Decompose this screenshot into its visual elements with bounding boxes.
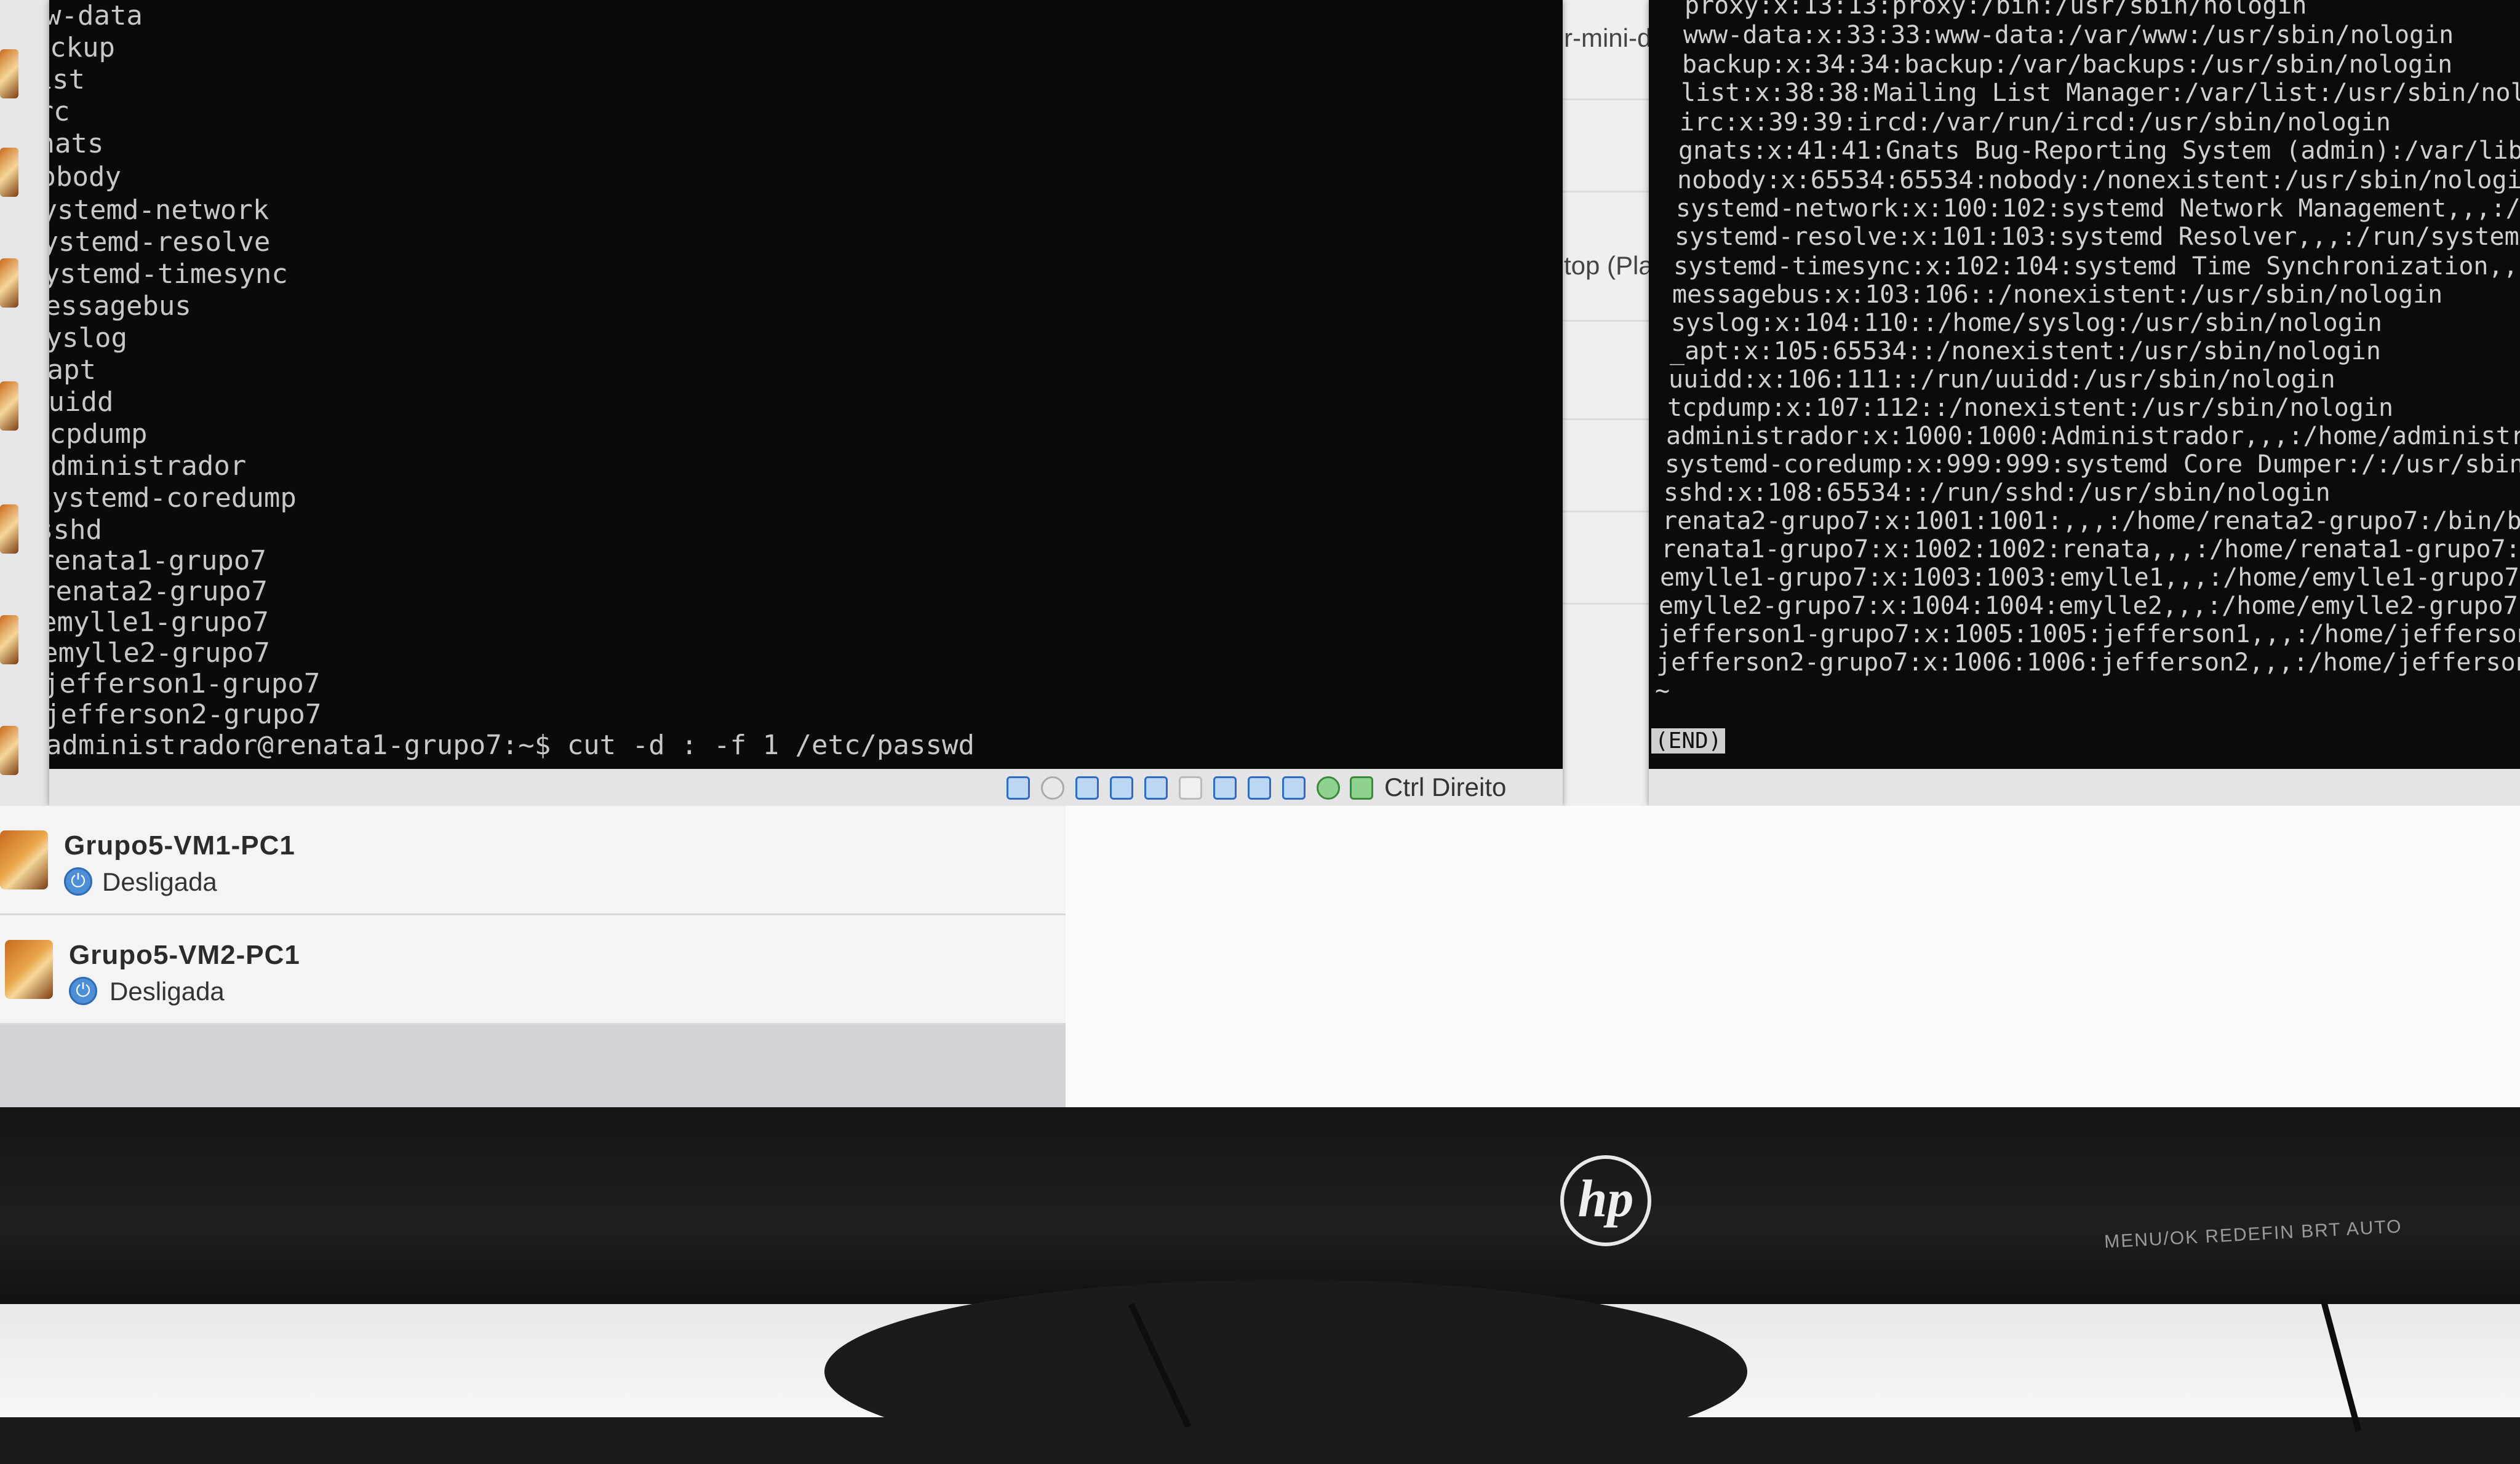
vm-list-empty-area: [0, 1025, 1066, 1107]
terminal-line: backup: [49, 32, 115, 63]
command-prompt-line[interactable]: administrador@renata1-grupo7:~$ cut -d :…: [49, 730, 975, 761]
terminal-line: syslog:x:104:110::/home/syslog:/usr/sbin…: [1671, 309, 2382, 337]
terminal-line: renata1-grupo7:x:1002:1002:renata,,,:/ho…: [1661, 535, 2520, 563]
terminal-line: renata1-grupo7: [49, 545, 266, 576]
terminal-line: administrador: [49, 450, 247, 482]
cpu-icon[interactable]: [1282, 776, 1306, 800]
details-fragment: top (Pla: [1564, 251, 1653, 280]
terminal-line: emylle2-grupo7:x:1004:1004:emylle2,,,:/h…: [1659, 592, 2520, 620]
power-off-icon: ⏻: [69, 977, 97, 1005]
hp-logo: hp: [1560, 1155, 1651, 1246]
terminal-line: sshd: [49, 514, 102, 546]
terminal-line: systemd-timesync: [49, 258, 288, 290]
terminal-line: messagebus: [49, 290, 191, 322]
keyboard-capture-icon[interactable]: [1350, 776, 1373, 800]
vm-os-icon[interactable]: [0, 615, 18, 664]
terminal-line: systemd-network:x:100:102:systemd Networ…: [1676, 194, 2520, 223]
details-fragment: r-mini-d: [1564, 23, 1652, 52]
vm-details-area: [1066, 806, 2520, 1107]
terminal-line: jefferson2-grupo7:x:1006:1006:jefferson2…: [1656, 648, 2520, 677]
vm-os-icon[interactable]: [0, 148, 18, 197]
power-off-icon: ⏻: [64, 867, 92, 896]
terminal-line: www-data:x:33:33:www-data:/var/www:/usr/…: [1683, 21, 2454, 49]
terminal-line: gnats: [49, 128, 104, 159]
vm-console-window-right[interactable]: proxy:x:13:13:proxy:/bin:/usr/sbin/nolog…: [1649, 0, 2520, 806]
terminal-line: nobody: [49, 161, 121, 193]
terminal-line: administrador:x:1000:1000:Administrador,…: [1666, 422, 2520, 450]
terminal-line: www-data: [49, 0, 143, 31]
terminal-line: ~: [1655, 677, 1670, 705]
terminal-line: _apt:x:105:65534::/nonexistent:/usr/sbin…: [1670, 337, 2381, 365]
pager-end-marker: (END): [1651, 728, 1726, 754]
terminal-line: messagebus:x:103:106::/nonexistent:/usr/…: [1672, 280, 2443, 309]
terminal-line: proxy:x:13:13:proxy:/bin:/usr/sbin/nolog…: [1685, 0, 2307, 20]
mouse-integration-icon[interactable]: [1317, 776, 1340, 800]
terminal-line: _apt: [49, 354, 96, 386]
terminal-line: renata2-grupo7:x:1001:1001:,,,:/home/ren…: [1662, 507, 2520, 535]
terminal-line: backup:x:34:34:backup:/var/backups:/usr/…: [1682, 50, 2453, 79]
terminal-line: emylle2-grupo7: [49, 637, 270, 669]
monitor-button-labels: MENU/OK REDEFIN BRT AUTO: [2103, 1216, 2403, 1252]
terminal-line: systemd-coredump:x:999:999:systemd Core …: [1665, 450, 2520, 479]
vm-os-icon[interactable]: [0, 381, 18, 431]
hard-disk-icon[interactable]: [1007, 776, 1030, 800]
vm-state: Desligada: [102, 867, 217, 896]
vm-status-bar: Ctrl Direito: [49, 769, 1563, 806]
terminal-line: sshd:x:108:65534::/run/sshd:/usr/sbin/no…: [1664, 479, 2331, 507]
vm-status-bar: [1649, 769, 2520, 806]
vm-os-icon: [5, 940, 53, 999]
terminal-line: uuidd:x:106:111::/run/uuidd:/usr/sbin/no…: [1669, 365, 2335, 394]
terminal-line: irc:x:39:39:ircd:/var/run/ircd:/usr/sbin…: [1680, 108, 2391, 137]
terminal-line: systemd-network: [49, 194, 269, 226]
terminal-line: gnats:x:41:41:Gnats Bug-Reporting System…: [1678, 137, 2520, 165]
vm-list-item[interactable]: Grupo5-VM1-PC1 ⏻ Desligada: [0, 806, 1066, 915]
terminal-output[interactable]: proxy:x:13:13:proxy:/bin:/usr/sbin/nolog…: [1649, 0, 2520, 769]
vm-name: Grupo5-VM1-PC1: [64, 830, 295, 861]
terminal-line: emylle1-grupo7:x:1003:1003:emylle1,,,:/h…: [1660, 563, 2520, 592]
terminal-line: list: [49, 64, 85, 95]
terminal-line: systemd-resolve:x:101:103:systemd Resolv…: [1675, 223, 2520, 251]
optical-drive-icon[interactable]: [1041, 776, 1064, 800]
terminal-line: jefferson2-grupo7: [49, 699, 322, 730]
terminal-line: emylle1-grupo7: [49, 607, 269, 638]
vm-list: Grupo5-VM1-PC1 ⏻ Desligada Grupo5-VM2-PC…: [0, 806, 1066, 1107]
terminal-line: systemd-resolve: [49, 226, 271, 258]
vm-os-icon[interactable]: [0, 504, 18, 554]
host-key-label: Ctrl Direito: [1384, 773, 1507, 802]
terminal-output[interactable]: www-data backup list irc gnats nobody sy…: [49, 0, 1563, 769]
terminal-line: nobody:x:65534:65534:nobody:/nonexistent…: [1677, 166, 2520, 194]
vm-list-icon-strip: [0, 0, 49, 806]
vm-os-icon[interactable]: [0, 726, 18, 775]
network-icon[interactable]: [1110, 776, 1133, 800]
terminal-line: jefferson1-grupo7:x:1005:1005:jefferson1…: [1657, 620, 2520, 648]
vm-os-icon: [0, 830, 48, 889]
terminal-line: syslog: [49, 322, 127, 354]
vm-console-window-left[interactable]: www-data backup list irc gnats nobody sy…: [49, 0, 1563, 806]
terminal-line: list:x:38:38:Mailing List Manager:/var/l…: [1681, 79, 2520, 107]
terminal-line: jefferson1-grupo7: [49, 668, 321, 699]
terminal-line: uuidd: [49, 386, 114, 418]
usb-icon[interactable]: [1144, 776, 1168, 800]
vm-state: Desligada: [110, 977, 225, 1006]
monitor-bezel: MENU/OK REDEFIN BRT AUTO: [0, 1107, 2520, 1304]
video-capture-icon[interactable]: [1248, 776, 1271, 800]
terminal-line: irc: [49, 96, 70, 127]
terminal-line: systemd-coredump: [49, 482, 297, 514]
terminal-line: tcpdump: [49, 418, 148, 450]
monitor-stand: [824, 1279, 1747, 1464]
display-icon[interactable]: [1213, 776, 1237, 800]
terminal-line: systemd-timesync:x:102:104:systemd Time …: [1673, 252, 2520, 280]
audio-icon[interactable]: [1075, 776, 1099, 800]
vm-name: Grupo5-VM2-PC1: [69, 940, 300, 970]
terminal-line: tcpdump:x:107:112::/nonexistent:/usr/sbi…: [1667, 394, 2394, 422]
vm-os-icon[interactable]: [0, 258, 18, 308]
monitor-screen: r-mini-d top (Pla www-data backup list i…: [0, 0, 2520, 1107]
shared-folder-icon[interactable]: [1179, 776, 1202, 800]
terminal-line: renata2-grupo7: [49, 576, 268, 607]
vm-os-icon[interactable]: [0, 49, 18, 98]
vm-list-item[interactable]: Grupo5-VM2-PC1 ⏻ Desligada: [0, 915, 1066, 1025]
